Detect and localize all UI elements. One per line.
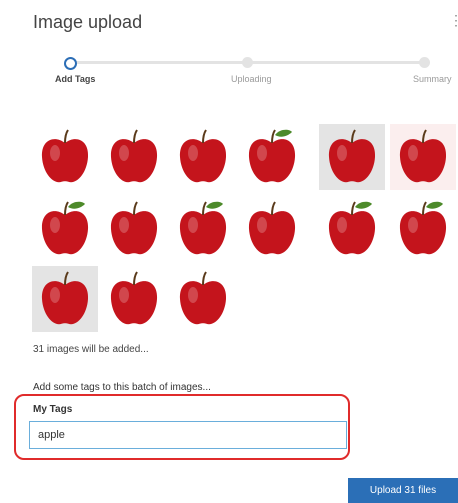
image-thumbnail — [170, 266, 236, 332]
step-label-uploading: Uploading — [231, 74, 272, 84]
image-thumbnail — [239, 124, 305, 190]
close-icon[interactable]: ⋮ — [449, 12, 458, 29]
stepper-line — [250, 61, 422, 64]
step-dot-add-tags — [64, 57, 77, 70]
red-apple-image — [110, 201, 158, 255]
image-thumbnail — [239, 196, 305, 262]
image-thumbnail — [170, 124, 236, 190]
image-thumbnail — [170, 196, 236, 262]
red-apple-with-leaf-image — [41, 201, 89, 255]
step-label-summary: Summary — [413, 74, 452, 84]
stepper-line — [75, 61, 245, 64]
red-apple-image — [328, 129, 376, 183]
tags-input[interactable] — [29, 421, 347, 449]
image-thumbnail — [32, 124, 98, 190]
red-apple-with-leaf-image — [328, 201, 376, 255]
image-thumbnail — [390, 196, 456, 262]
red-apple-with-leaf-image — [399, 201, 447, 255]
image-thumbnail — [32, 266, 98, 332]
image-thumbnail — [319, 196, 385, 262]
image-thumbnail — [319, 124, 385, 190]
image-thumbnail — [101, 266, 167, 332]
red-apple-image — [110, 271, 158, 325]
red-apple-image — [248, 201, 296, 255]
step-dot-summary — [419, 57, 430, 68]
red-apple-image — [179, 129, 227, 183]
image-thumbnail — [101, 196, 167, 262]
red-apple-image — [179, 271, 227, 325]
tags-prompt: Add some tags to this batch of images... — [33, 382, 211, 393]
image-thumbnail — [390, 124, 456, 190]
step-dot-uploading — [242, 57, 253, 68]
image-count-text: 31 images will be added... — [33, 344, 149, 355]
image-thumbnail-grid — [32, 124, 458, 334]
red-apple-image — [41, 129, 89, 183]
red-apple-image — [110, 129, 158, 183]
step-label-add-tags: Add Tags — [55, 74, 96, 84]
red-apple-image — [41, 271, 89, 325]
progress-stepper: Add Tags Uploading Summary — [0, 48, 458, 88]
red-apple-image — [399, 129, 447, 183]
my-tags-label: My Tags — [33, 404, 73, 415]
dialog-title: Image upload — [33, 12, 143, 32]
red-apple-with-leaf-image — [179, 201, 227, 255]
upload-files-button[interactable]: Upload 31 files — [348, 478, 458, 503]
red-apple-with-leaf-image — [248, 129, 296, 183]
image-thumbnail — [101, 124, 167, 190]
image-thumbnail — [32, 196, 98, 262]
